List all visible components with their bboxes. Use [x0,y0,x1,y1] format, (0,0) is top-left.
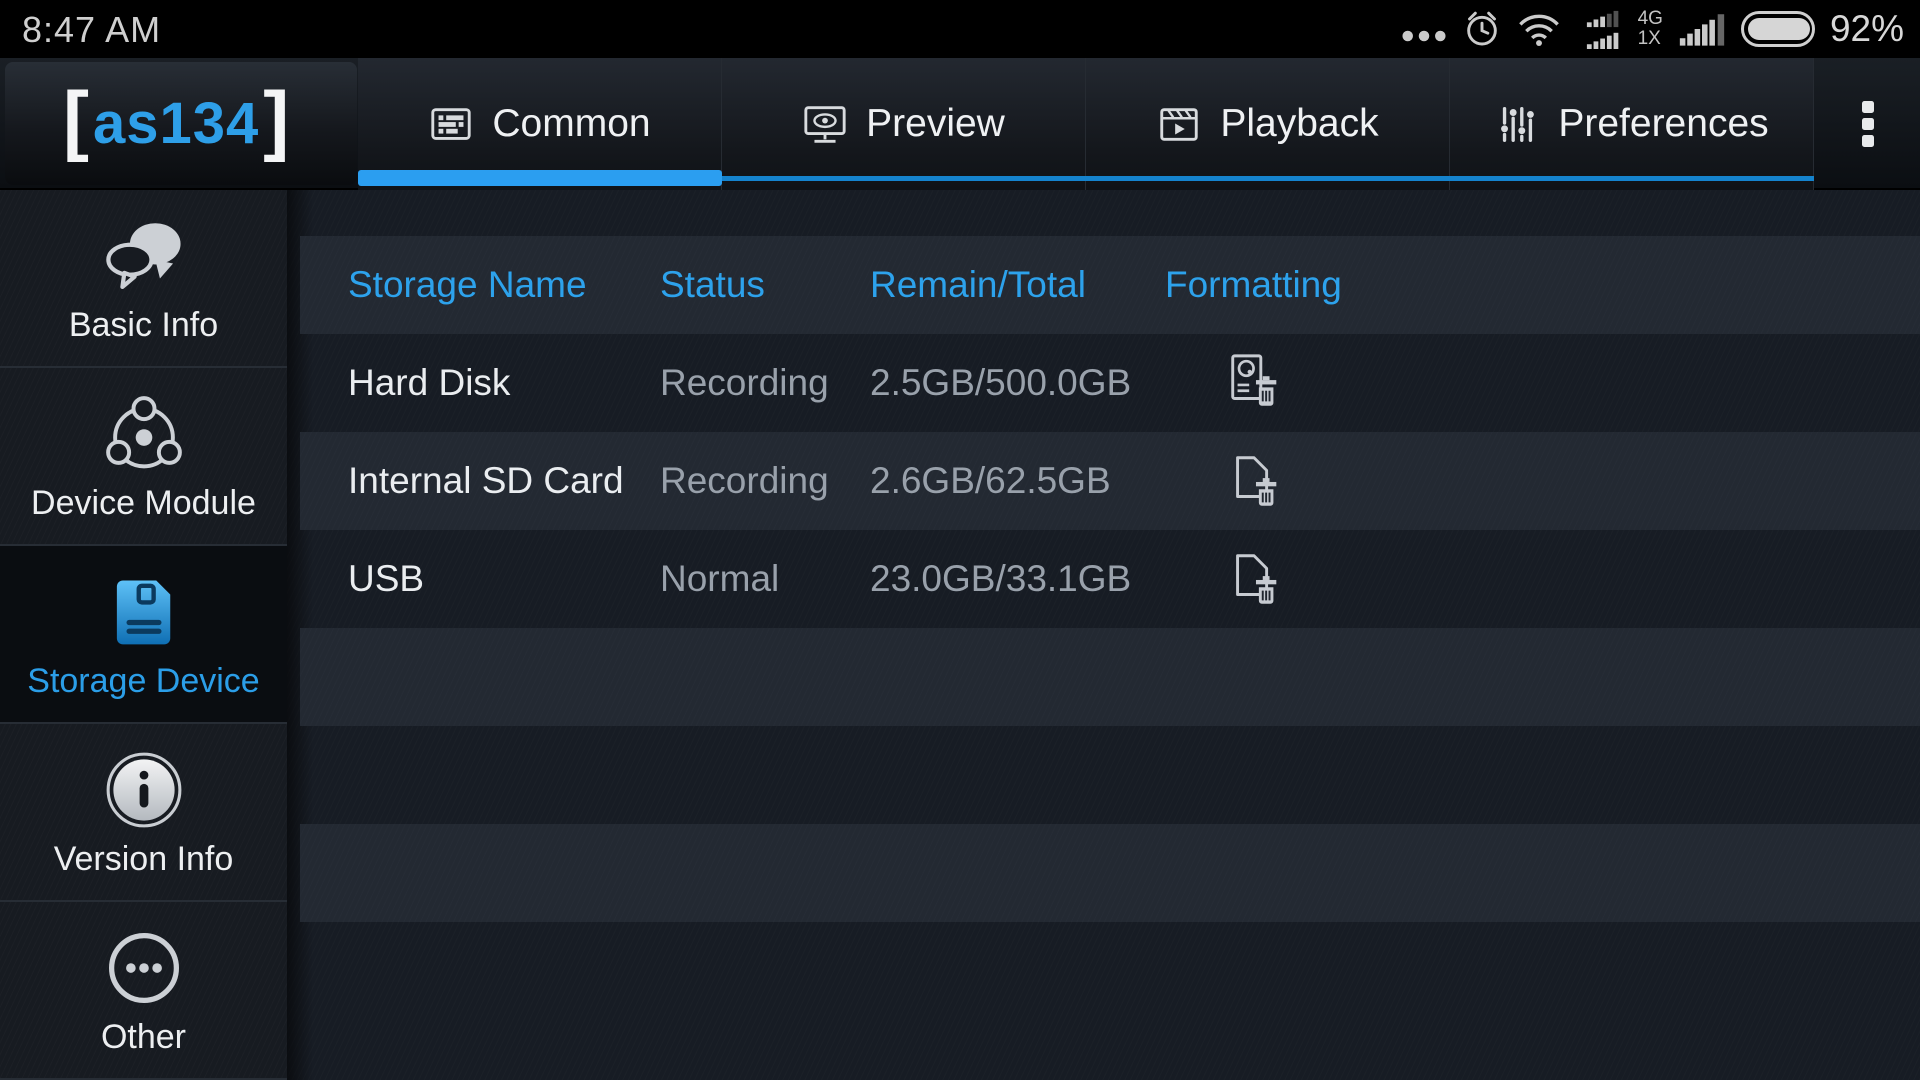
header-storage-name: Storage Name [348,264,660,306]
sidebar-item-label: Version Info [54,842,234,876]
table-row-empty [300,628,1920,726]
tab-icon [1494,101,1540,147]
cell-status: Normal [660,558,870,600]
notification-dots-icon [1401,29,1447,43]
header-status: Status [660,264,870,306]
main-content: Storage Name Status Remain/Total Formatt… [287,190,1920,1080]
cell-signal-dual-icon [1576,9,1634,49]
format-sd-card-button[interactable] [1224,548,1286,610]
tab-label: Playback [1220,102,1378,146]
tab-preview[interactable]: Preview [721,58,1085,190]
table-row-empty [300,824,1920,922]
active-tab-underline [358,170,722,186]
network-type-label: 4G 1X [1638,9,1663,49]
sidebar-item-icon [99,570,189,654]
table-header-row: Storage Name Status Remain/Total Formatt… [300,236,1920,334]
tab-icon [1156,101,1202,147]
logo-bracket-left: [ [63,84,89,154]
tab-preferences[interactable]: Preferences [1449,58,1813,190]
tab-playback[interactable]: Playback [1085,58,1449,190]
tab-label: Preview [866,102,1005,146]
top-nav: [as134] Common Preview Playback Preferen… [0,58,1920,190]
status-bar: 8:47 AM 4G 1X 92% [0,0,1920,58]
tab-label: Common [492,102,650,146]
tab-icon [802,101,848,147]
cell-signal-icon [1678,10,1726,48]
sidebar-item-label: Device Module [31,486,256,520]
header-formatting: Formatting [1165,264,1345,306]
cell-remain-total: 2.5GB/500.0GB [870,362,1165,404]
screen: 8:47 AM 4G 1X 92% [as134] Common Pre [0,0,1920,1080]
cell-status: Recording [660,362,870,404]
sidebar-item-label: Basic Info [69,308,218,342]
cell-storage-name: Hard Disk [348,362,660,404]
table-row-empty [300,726,1920,824]
sidebar-item-icon [99,392,189,476]
sidebar: Basic Info Device Module Storage Device … [0,190,287,1080]
cell-signal-dual: 4G 1X [1576,9,1663,49]
table-row: USB Normal 23.0GB/33.1GB [300,530,1920,628]
sidebar-item-other[interactable]: Other [0,902,287,1080]
storage-table: Storage Name Status Remain/Total Formatt… [300,236,1920,922]
format-sd-card-button[interactable] [1224,450,1286,512]
overflow-menu-button[interactable] [1816,58,1920,190]
app-logo: [as134] [5,62,357,185]
sidebar-item-device-module[interactable]: Device Module [0,368,287,546]
logo-text: as134 [89,90,263,157]
battery-icon [1741,11,1815,47]
cell-storage-name: Internal SD Card [348,460,660,502]
wifi-icon [1517,11,1561,48]
sidebar-item-basic-info[interactable]: Basic Info [0,190,287,368]
sidebar-item-icon [99,748,189,832]
cell-remain-total: 2.6GB/62.5GB [870,460,1165,502]
cell-status: Recording [660,460,870,502]
battery-fill [1748,18,1811,40]
sidebar-item-version-info[interactable]: Version Info [0,724,287,902]
sidebar-item-storage-device[interactable]: Storage Device [0,546,287,724]
tab-label: Preferences [1558,102,1768,146]
table-row: Hard Disk Recording 2.5GB/500.0GB [300,334,1920,432]
logo-bracket-right: ] [263,84,289,154]
clock: 8:47 AM [22,9,161,51]
sidebar-item-label: Other [101,1020,186,1054]
sidebar-item-icon [99,214,189,298]
overflow-menu-icon [1856,95,1880,153]
sidebar-item-label: Storage Device [27,664,259,698]
sidebar-item-icon [99,926,189,1010]
battery-percent: 92% [1830,8,1904,50]
cell-storage-name: USB [348,558,660,600]
table-row: Internal SD Card Recording 2.6GB/62.5GB [300,432,1920,530]
status-icons: 4G 1X 92% [1401,0,1904,58]
tab-icon [428,101,474,147]
header-remain-total: Remain/Total [870,264,1165,306]
cell-remain-total: 23.0GB/33.1GB [870,558,1165,600]
alarm-clock-icon [1462,9,1502,49]
format-hard-disk-button[interactable] [1224,352,1286,414]
